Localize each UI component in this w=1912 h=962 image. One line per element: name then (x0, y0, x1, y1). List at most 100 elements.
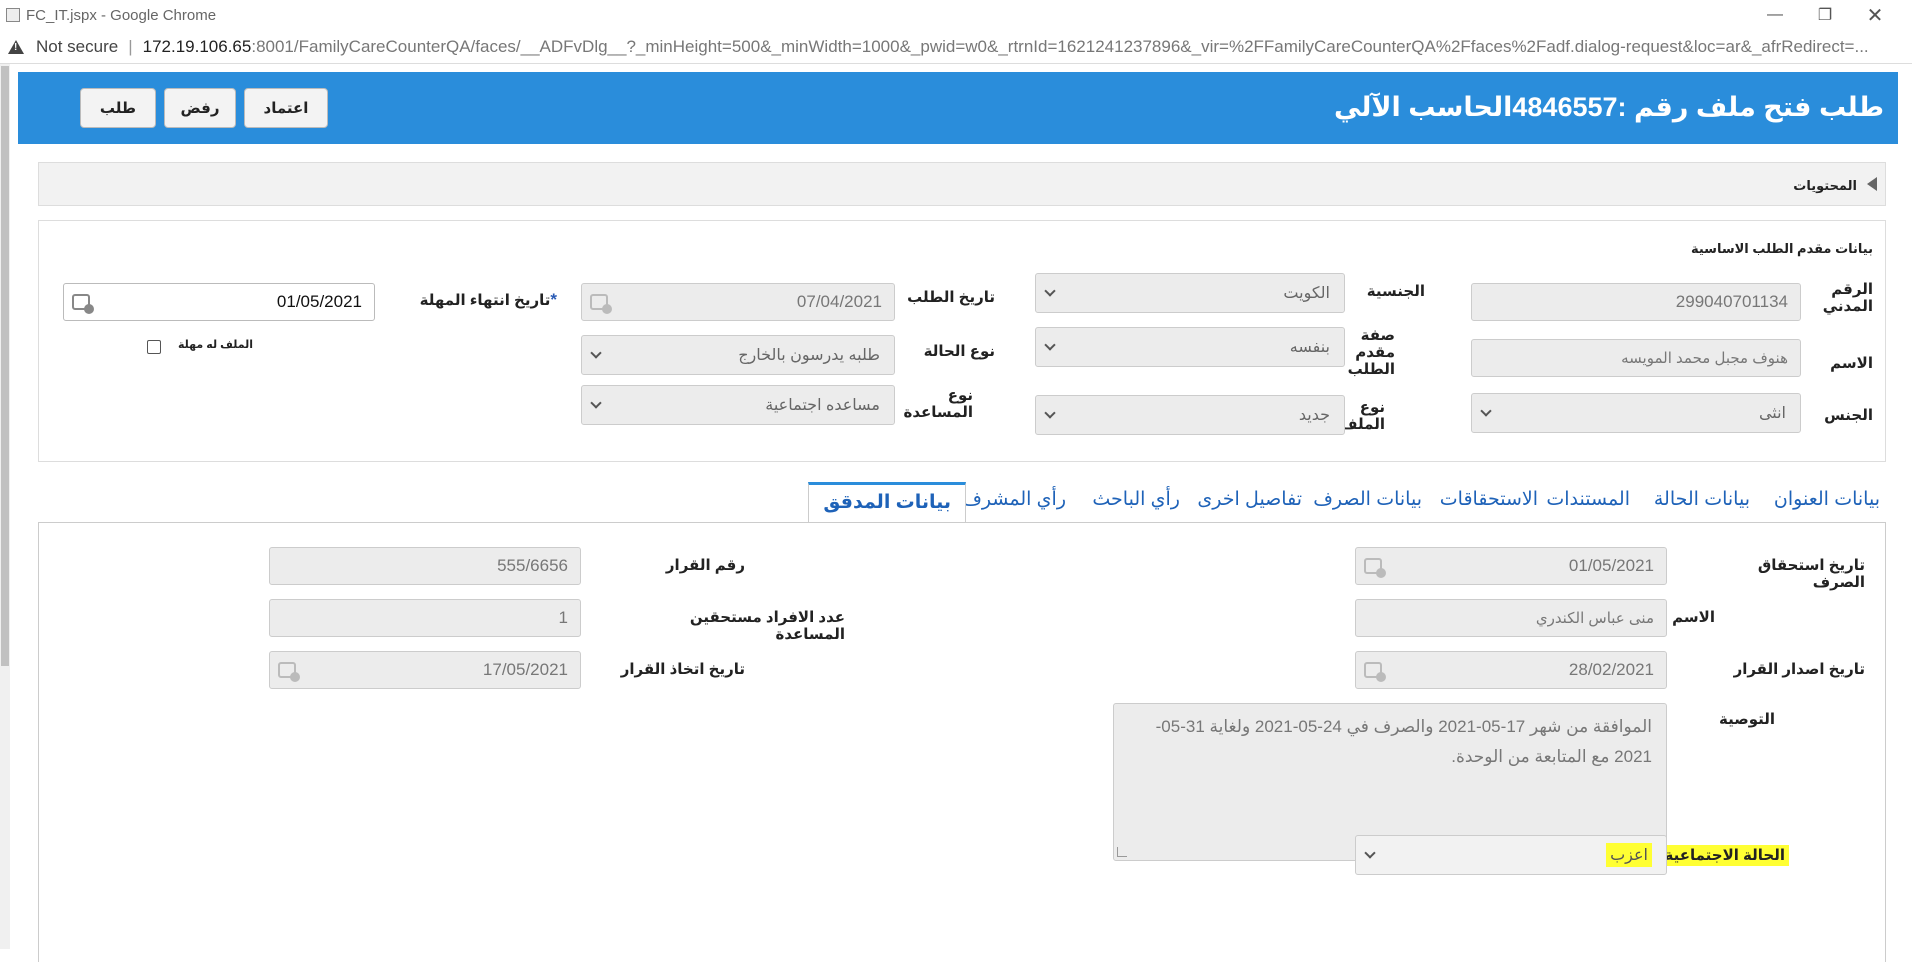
required-mark: * (550, 290, 557, 309)
tab-payment[interactable]: بيانات الصرف (1313, 488, 1422, 511)
recommendation-text: الموافقة من شهر 17-05-2021 والصرف في 24-… (1155, 717, 1652, 766)
reject-button[interactable]: رفض (164, 88, 236, 128)
entitlement-date-label: تاريخ استحقاق الصرف (1757, 557, 1865, 591)
tab-other-details[interactable]: تفاصيل اخرى (1197, 488, 1302, 511)
aid-type-label: نوع المساعدة (903, 387, 974, 421)
close-icon[interactable]: ✕ (1850, 0, 1900, 30)
name-field: هنوف مجبل محمد المويسه (1471, 339, 1801, 377)
civil-id-field: 299040701134 (1471, 283, 1801, 321)
chevron-down-icon (1044, 285, 1056, 297)
decision-date-field: 17/05/2021 (269, 651, 581, 689)
window-title: FC_IT.jspx - Google Chrome (26, 6, 217, 24)
page-favicon-icon (6, 8, 20, 22)
nationality-label: الجنسية (1366, 283, 1425, 300)
case-type-value: طلبه يدرسون بالخارج (738, 347, 880, 364)
browser-title-bar: FC_IT.jspx - Google Chrome — ❐ ✕ (0, 0, 1912, 30)
file-type-value: جديد (1298, 407, 1330, 424)
entitlement-date-field: 01/05/2021 (1355, 547, 1667, 585)
section-title: بيانات مقدم الطلب الاساسية (1690, 241, 1873, 256)
entitlement-date-value: 01/05/2021 (1568, 556, 1654, 575)
applicant-capacity-label: صفة مقدم الطلب (1347, 327, 1395, 378)
tab-address[interactable]: بيانات العنوان (1774, 488, 1880, 511)
request-button[interactable]: طلب (80, 88, 156, 128)
scrollbar-thumb[interactable] (1, 66, 9, 666)
address-separator: | (128, 36, 133, 56)
applicant-panel: بيانات مقدم الطلب الاساسية الرقم المدني … (38, 220, 1886, 462)
file-type-select[interactable]: جديد (1035, 395, 1345, 435)
case-type-label: نوع الحالة (923, 343, 995, 360)
decision-no-label: رقم القرار (665, 557, 745, 574)
tab-case[interactable]: بيانات الحالة (1654, 488, 1750, 511)
aid-type-select[interactable]: مساعده اجتماعية (581, 385, 895, 425)
case-type-select[interactable]: طلبه يدرسون بالخارج (581, 335, 895, 375)
minimize-icon[interactable]: — (1750, 0, 1800, 30)
issue-date-label: تاريخ اصدار القرار (1733, 661, 1865, 678)
aid-type-value: مساعده اجتماعية (765, 397, 880, 414)
request-date-field: 07/04/2021 (581, 283, 895, 321)
request-date-label: تاريخ الطلب (907, 289, 995, 306)
auditor-panel: تاريخ استحقاق الصرف 01/05/2021 الاسم منى… (38, 522, 1886, 962)
left-scrollbar[interactable] (0, 64, 10, 949)
decision-date-value: 17/05/2021 (482, 660, 568, 679)
issue-date-value: 28/02/2021 (1568, 660, 1654, 679)
deadline-date-input[interactable]: 01/05/2021 (63, 283, 375, 321)
file-type-label: نوع الملف (1340, 399, 1385, 433)
chevron-down-icon (590, 347, 602, 359)
tab-entitlements[interactable]: الاستحقاقات (1440, 488, 1538, 511)
decision-date-label: تاريخ اتخاذ القرار (620, 661, 745, 678)
name-label: الاسم (1830, 355, 1873, 372)
request-date-value: 07/04/2021 (796, 292, 882, 311)
restore-icon[interactable]: ❐ (1800, 0, 1850, 30)
issue-date-field: 28/02/2021 (1355, 651, 1667, 689)
has-grace-checkbox[interactable] (147, 340, 161, 354)
not-secure-label[interactable]: Not secure (36, 37, 118, 57)
decision-no-field: 555/6656 (269, 547, 581, 585)
deadline-label-text: تاريخ انتهاء المهلة (419, 292, 551, 309)
calendar-icon (1364, 662, 1386, 682)
approve-button[interactable]: اعتماد (244, 88, 328, 128)
url-text[interactable]: 172.19.106.65:8001/FamilyCareCounterQA/f… (143, 37, 1869, 57)
auditor-name-label: الاسم (1672, 609, 1715, 626)
dialog-header: طلب فتح ملف رقم :4846557الحاسب الآلي اعت… (18, 72, 1898, 144)
civil-id-label: الرقم المدني (1822, 281, 1873, 315)
page-content: طلب فتح ملف رقم :4846557الحاسب الآلي اعت… (0, 64, 1912, 962)
eligible-count-label: عدد الافراد مستحقين المساعدة (689, 609, 845, 643)
contents-section-header[interactable]: المحتويات (38, 162, 1886, 206)
tab-auditor[interactable]: بيانات المدقق (808, 482, 966, 523)
calendar-icon (590, 294, 612, 314)
chevron-down-icon (590, 397, 602, 409)
gender-select[interactable]: انثى (1471, 393, 1801, 433)
tab-bar: بيانات العنوان بيانات الحالة المستندات ا… (38, 482, 1886, 523)
contents-label: المحتويات (1793, 178, 1857, 193)
url-host: 172.19.106.65 (142, 36, 252, 56)
page-title: طلب فتح ملف رقم :4846557الحاسب الآلي (1333, 92, 1884, 122)
applicant-capacity-value: بنفسه (1289, 339, 1330, 356)
calendar-icon (278, 662, 300, 682)
eligible-count-field: 1 (269, 599, 581, 637)
social-status-label-text: الحالة الاجتماعية (1660, 845, 1789, 866)
tab-supervisor-opinion[interactable]: رأي المشرف (962, 488, 1066, 511)
chevron-down-icon (1480, 405, 1492, 417)
collapse-triangle-icon[interactable] (1867, 177, 1877, 191)
warning-icon[interactable] (8, 39, 24, 54)
social-status-value: اعزب (1606, 843, 1652, 867)
deadline-label: *تاريخ انتهاء المهلة (407, 291, 557, 309)
deadline-value: 01/05/2021 (276, 292, 362, 311)
auditor-name-field: منى عباس الكندري (1355, 599, 1667, 637)
social-status-label: الحالة الاجتماعية (1659, 845, 1789, 866)
gender-label: الجنس (1824, 407, 1873, 424)
social-status-select[interactable]: اعزب (1355, 835, 1667, 875)
tab-documents[interactable]: المستندات (1546, 488, 1630, 511)
tab-researcher-opinion[interactable]: رأي الباحث (1092, 488, 1180, 511)
chevron-down-icon (1044, 339, 1056, 351)
nationality-select[interactable]: الكويت (1035, 273, 1345, 313)
chevron-down-icon (1044, 407, 1056, 419)
chevron-down-icon (1364, 847, 1376, 859)
address-bar[interactable]: Not secure | 172.19.106.65:8001/FamilyCa… (0, 30, 1912, 64)
applicant-capacity-select[interactable]: بنفسه (1035, 327, 1345, 367)
recommendation-label: التوصية (1718, 711, 1775, 728)
nationality-value: الكويت (1283, 285, 1330, 302)
url-path: :8001/FamilyCareCounterQA/faces/__ADFvDl… (251, 36, 1869, 56)
calendar-icon[interactable] (72, 294, 94, 314)
resize-grip-icon[interactable] (1117, 847, 1127, 857)
